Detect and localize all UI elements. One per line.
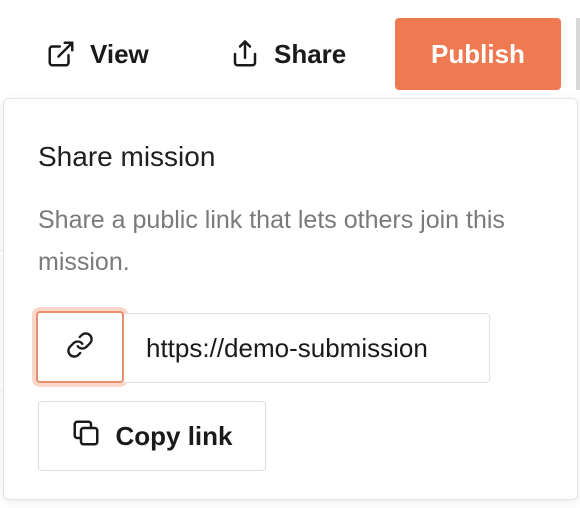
view-button[interactable]: View xyxy=(46,18,149,90)
view-button-label: View xyxy=(90,38,149,69)
adjacent-control-edge xyxy=(576,18,580,90)
share-mission-popover: Share mission Share a public link that l… xyxy=(3,98,578,500)
share-button-label: Share xyxy=(274,38,347,69)
link-chain-icon xyxy=(66,331,94,364)
share-link-input[interactable] xyxy=(146,332,467,364)
top-toolbar: View Share Publish xyxy=(0,18,580,90)
popover-description: Share a public link that lets others joi… xyxy=(38,206,505,276)
popover-title: Share mission xyxy=(38,141,216,172)
external-link-icon xyxy=(46,39,76,69)
share-popover-screen: View Share Publish Share mission Share a… xyxy=(0,0,580,508)
link-icon-button[interactable] xyxy=(36,311,124,383)
share-link-field[interactable] xyxy=(124,313,490,383)
copy-link-button[interactable]: Copy link xyxy=(38,401,266,471)
share-upload-icon xyxy=(230,39,260,69)
copy-link-label: Copy link xyxy=(115,420,233,451)
publish-button[interactable]: Publish xyxy=(395,18,561,90)
copy-icon xyxy=(71,418,101,455)
share-button[interactable]: Share xyxy=(230,18,346,90)
